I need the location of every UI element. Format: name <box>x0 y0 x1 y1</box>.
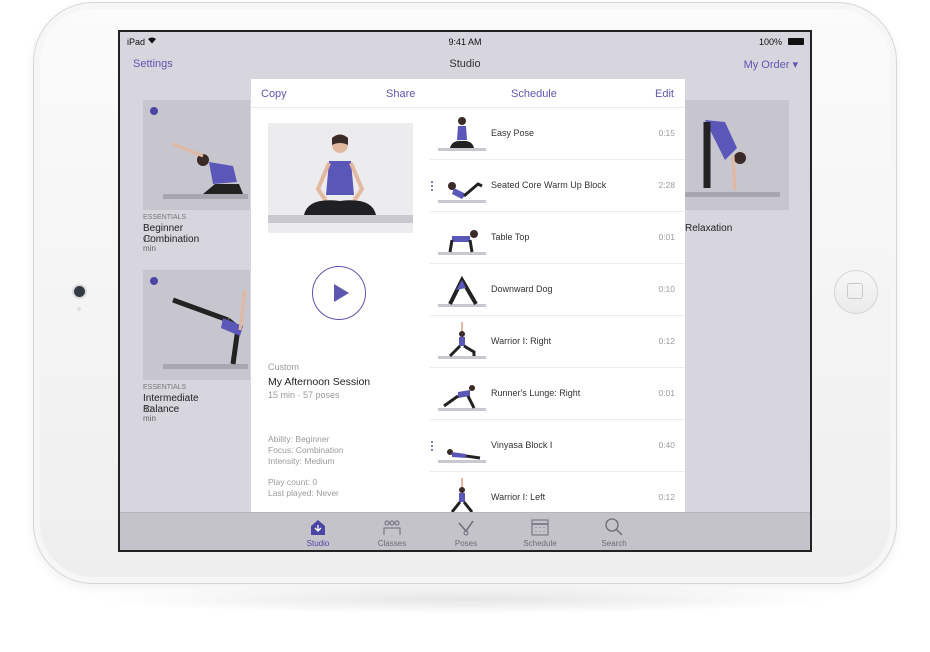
pose-row[interactable]: Easy Pose 0:15 <box>430 108 685 160</box>
runners-lunge-pose-icon <box>438 385 486 411</box>
battery-label: 100% <box>758 37 782 47</box>
pose-name: Warrior I: Right <box>491 336 552 346</box>
play-button[interactable] <box>312 266 366 320</box>
session-title: My Afternoon Session <box>268 376 371 388</box>
session-detail-modal: Copy Share Schedule Edit Custom My After… <box>251 79 685 512</box>
session-summary: 15 min · 57 poses <box>268 390 340 400</box>
pose-duration: 0:01 <box>658 232 675 242</box>
pose-duration: 0:12 <box>658 336 675 346</box>
pose-list[interactable]: Easy Pose 0:15 Seated Core Warm Up Block… <box>430 108 685 512</box>
class-category: ESSENTIALS <box>143 214 187 221</box>
yoga-figure-icon <box>163 289 248 369</box>
class-card-image <box>143 270 250 380</box>
pose-row[interactable]: Vinyasa Block I 0:40 <box>430 420 685 472</box>
people-icon <box>383 520 401 535</box>
tab-classes[interactable]: Classes <box>362 515 422 548</box>
pose-row[interactable]: Runner's Lunge: Right 0:01 <box>430 368 685 420</box>
class-category: ESSENTIALS <box>143 384 187 391</box>
block-indicator-icon <box>431 441 434 453</box>
tab-label: Studio <box>306 539 330 548</box>
nav-bar: Settings Studio My Order ▾ <box>120 52 810 80</box>
ability-label: Ability: Beginner <box>268 434 330 444</box>
warrior-one-pose-icon <box>450 478 474 512</box>
pose-name: Easy Pose <box>491 128 535 138</box>
class-card-image <box>143 100 250 210</box>
screen: iPad 9:41 AM 100% Settings Studio My Ord… <box>118 30 812 552</box>
warrior-one-pose-icon <box>438 322 486 359</box>
tab-label: Schedule <box>523 539 557 548</box>
device-shadow <box>90 584 840 614</box>
session-history: Play count: 0 Last played: Never <box>268 477 339 499</box>
tab-studio[interactable]: Studio <box>288 515 348 548</box>
battery-icon <box>788 38 804 45</box>
home-square-icon <box>847 283 863 299</box>
tab-poses[interactable]: Poses <box>436 515 496 548</box>
seated-core-pose-icon <box>438 182 486 203</box>
pose-row[interactable]: Seated Core Warm Up Block 2:28 <box>430 160 685 212</box>
block-indicator-icon <box>431 181 434 193</box>
intensity-label: Intensity: Medium <box>268 456 335 466</box>
pose-name: Downward Dog <box>491 284 553 294</box>
pose-row[interactable]: Warrior I: Left 0:12 <box>430 472 685 512</box>
pose-duration: 0:10 <box>658 284 675 294</box>
class-duration: 15 min <box>143 235 156 253</box>
pose-name: Table Top <box>491 232 530 242</box>
pose-duration: 0:15 <box>658 128 675 138</box>
edit-button[interactable]: Edit <box>655 88 674 100</box>
new-indicator-dot <box>150 277 158 285</box>
session-category: Custom <box>268 362 300 372</box>
play-count-label: Play count: 0 <box>268 477 318 487</box>
modal-toolbar: Copy Share Schedule Edit <box>251 79 685 108</box>
tab-label: Classes <box>377 539 407 548</box>
schedule-button[interactable]: Schedule <box>511 88 557 100</box>
last-played-label: Last played: Never <box>268 488 339 498</box>
tab-schedule[interactable]: Schedule <box>510 515 570 548</box>
class-title: Relaxation <box>685 223 733 234</box>
pose-duration: 0:12 <box>658 492 675 502</box>
pose-row[interactable]: Warrior I: Right 0:12 <box>430 316 685 368</box>
pose-name: Runner's Lunge: Right <box>491 388 581 398</box>
copy-button[interactable]: Copy <box>261 88 287 100</box>
play-icon <box>334 284 349 302</box>
tab-label: Search <box>601 539 627 548</box>
vinyasa-pose-icon <box>438 449 486 463</box>
share-button[interactable]: Share <box>386 88 415 100</box>
sensor-dot <box>77 307 81 311</box>
pose-name: Warrior I: Left <box>491 492 546 502</box>
session-preview-image <box>268 123 413 233</box>
pose-duration: 0:40 <box>658 440 675 450</box>
pose-icon <box>458 520 474 536</box>
class-card-image <box>685 100 789 210</box>
yoga-figure-icon <box>163 142 248 199</box>
status-time: 9:41 AM <box>448 37 482 47</box>
house-icon <box>311 520 325 535</box>
pose-duration: 2:28 <box>658 180 675 190</box>
downward-dog-pose-icon <box>438 275 486 307</box>
calendar-icon <box>531 519 549 536</box>
status-bar: iPad 9:41 AM 100% <box>120 32 810 52</box>
tab-label: Poses <box>454 539 478 548</box>
easy-pose-figure-icon <box>268 134 413 223</box>
pose-duration: 0:01 <box>658 388 675 398</box>
pose-name: Vinyasa Block I <box>491 440 553 450</box>
tab-bar: Studio Classes Poses Schedule Search <box>120 512 810 550</box>
camera-icon <box>74 286 85 297</box>
class-duration: 30 min <box>143 405 156 423</box>
focus-label: Focus: Combination <box>268 445 344 455</box>
session-attributes: Ability: Beginner Focus: Combination Int… <box>268 434 344 467</box>
pose-row[interactable]: Table Top 0:01 <box>430 212 685 264</box>
tab-search[interactable]: Search <box>584 515 644 548</box>
pose-name: Seated Core Warm Up Block <box>491 180 607 190</box>
nav-title: Studio <box>449 58 481 70</box>
table-top-pose-icon <box>438 230 486 255</box>
yoga-figure-icon <box>685 120 780 197</box>
easy-pose-icon <box>438 117 486 151</box>
new-indicator-dot <box>150 107 158 115</box>
search-icon <box>605 518 623 536</box>
pose-row[interactable]: Downward Dog 0:10 <box>430 264 685 316</box>
my-order-button[interactable]: My Order ▾ <box>744 58 798 71</box>
